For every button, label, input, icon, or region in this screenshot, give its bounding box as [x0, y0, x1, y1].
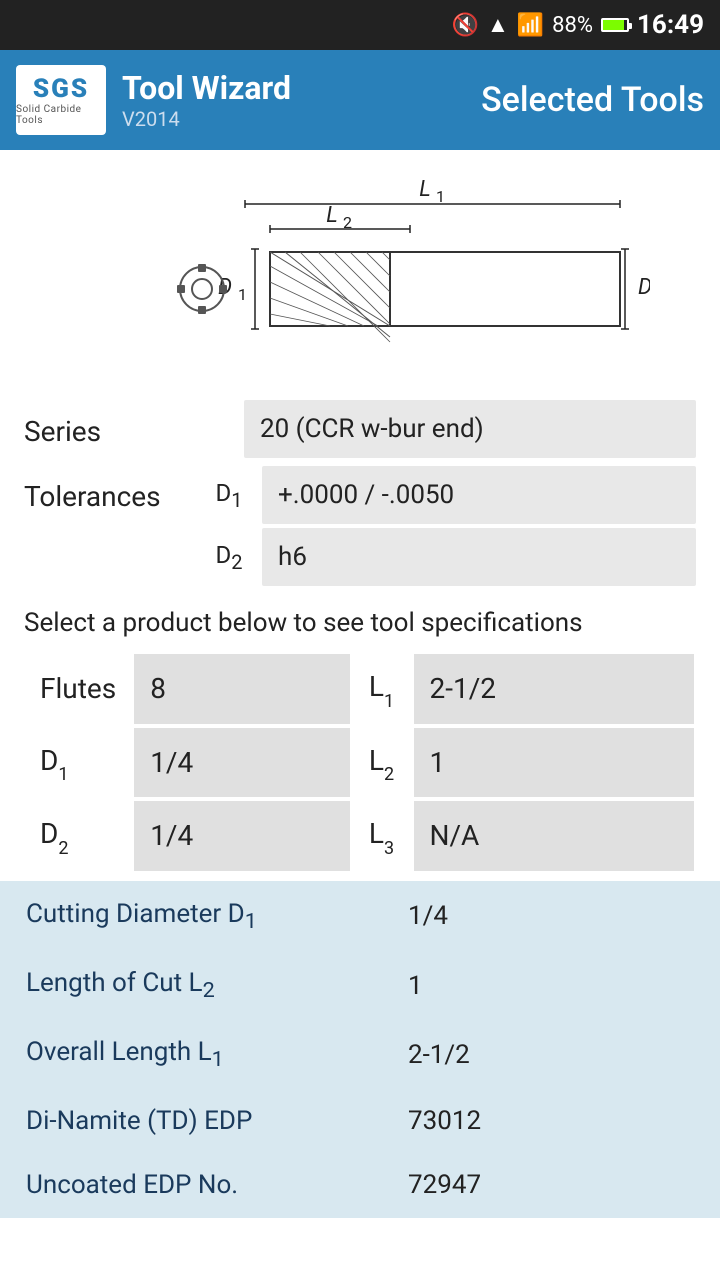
app-header: SGS Solid Carbide Tools Tool Wizard V201…	[0, 50, 720, 150]
l2-letter: L	[369, 744, 384, 777]
logo-text: SGS	[33, 74, 89, 104]
detail-value-0: 1/4	[384, 883, 718, 950]
svg-text:L: L	[419, 177, 431, 202]
d2-sub: 2	[58, 838, 68, 859]
diagram-area: L 1 L 2 D 1 D 2	[0, 150, 720, 390]
d2-l3-row: D2 1/4 L3 N/A	[24, 799, 696, 873]
tol-d1-label: D1	[204, 479, 254, 512]
series-row: Series 20 (CCR w-bur end)	[24, 400, 696, 462]
detail-value-1: 1	[384, 952, 718, 1019]
tol-d1-sub: 1	[231, 487, 242, 511]
l2-value: 1	[412, 726, 696, 800]
tol-d2-sub: 2	[231, 549, 242, 573]
l2-label: L2	[352, 726, 412, 800]
d1-sub: 1	[58, 764, 68, 785]
d1-label: D1	[24, 726, 132, 800]
tolerances-block: Tolerances D1 +.0000 / -.0050 D2 h6	[24, 466, 696, 586]
svg-text:1: 1	[436, 187, 445, 206]
wifi-icon: ▲	[487, 12, 509, 38]
data-icon: 📶	[517, 13, 544, 38]
detail-label-3: Di-Namite (TD) EDP	[2, 1090, 382, 1152]
tol-d2-value: h6	[262, 528, 696, 586]
tol-d2-row: D2 h6	[204, 528, 696, 586]
detail-label-2: Overall Length L1	[2, 1021, 382, 1088]
details-table: Cutting Diameter D1 1/4 Length of Cut L2…	[0, 881, 720, 1219]
d1-l2-row: D1 1/4 L2 1	[24, 726, 696, 800]
header-title-area: Tool Wizard V2014	[122, 69, 291, 131]
tolerances-values: D1 +.0000 / -.0050 D2 h6	[204, 466, 696, 586]
tol-d1-value: +.0000 / -.0050	[262, 466, 696, 524]
svg-text:L: L	[326, 203, 338, 228]
detail-label-1: Length of Cut L2	[2, 952, 382, 1019]
tolerances-label: Tolerances	[24, 466, 204, 513]
svg-text:2: 2	[343, 213, 352, 232]
l3-sub: 3	[384, 838, 394, 859]
detail-row-2: Overall Length L1 2-1/2	[2, 1021, 718, 1088]
detail-row-4: Uncoated EDP No. 72947	[2, 1154, 718, 1216]
logo-sub: Solid Carbide Tools	[16, 104, 106, 126]
l1-label: L1	[352, 652, 412, 726]
app-version: V2014	[122, 107, 291, 131]
l1-sub: 1	[384, 691, 394, 712]
status-bar: 🔇 ▲ 📶 88% 16:49	[0, 0, 720, 50]
svg-text:1: 1	[238, 285, 247, 304]
logo: SGS Solid Carbide Tools	[16, 65, 106, 135]
detail-value-3: 73012	[384, 1090, 718, 1152]
detail-value-4: 72947	[384, 1154, 718, 1216]
d2-letter: D	[40, 817, 58, 850]
mute-icon: 🔇	[452, 13, 479, 38]
l2-sub: 2	[384, 764, 394, 785]
tol-d2-letter: D	[216, 541, 232, 569]
l3-letter: L	[369, 817, 384, 850]
d2-value: 1/4	[132, 799, 351, 873]
specs-grid: Flutes 8 L1 2-1/2 D1 1/4 L2 1 D2 1/4 L3 …	[0, 652, 720, 873]
battery-icon	[601, 18, 629, 32]
status-time: 16:49	[637, 10, 704, 40]
detail-row-0: Cutting Diameter D1 1/4	[2, 883, 718, 950]
l3-value: N/A	[412, 799, 696, 873]
section-title: Selected Tools	[481, 80, 704, 120]
detail-label-4: Uncoated EDP No.	[2, 1154, 382, 1216]
l1-value: 2-1/2	[412, 652, 696, 726]
detail-label-0: Cutting Diameter D1	[2, 883, 382, 950]
l3-label: L3	[352, 799, 412, 873]
d2-label: D2	[24, 799, 132, 873]
spec-section: Series 20 (CCR w-bur end) Tolerances D1 …	[0, 390, 720, 586]
tol-d1-row: D1 +.0000 / -.0050	[204, 466, 696, 524]
detail-row-3: Di-Namite (TD) EDP 73012	[2, 1090, 718, 1152]
l1-letter: L	[369, 670, 384, 703]
flutes-l1-row: Flutes 8 L1 2-1/2	[24, 652, 696, 726]
series-label: Series	[24, 415, 244, 448]
flutes-value: 8	[132, 652, 351, 726]
svg-text:D: D	[638, 275, 650, 300]
flutes-label: Flutes	[24, 652, 132, 726]
detail-value-2: 2-1/2	[384, 1021, 718, 1088]
series-value: 20 (CCR w-bur end)	[244, 400, 696, 458]
d1-letter: D	[40, 744, 58, 777]
tol-d2-label: D2	[204, 541, 254, 574]
app-name: Tool Wizard	[122, 69, 291, 107]
battery-percent: 88%	[552, 13, 593, 38]
select-hint: Select a product below to see tool speci…	[0, 590, 720, 652]
detail-row-1: Length of Cut L2 1	[2, 952, 718, 1019]
d1-value: 1/4	[132, 726, 351, 800]
tol-d1-letter: D	[216, 479, 232, 507]
tool-diagram: L 1 L 2 D 1 D 2	[70, 174, 650, 374]
